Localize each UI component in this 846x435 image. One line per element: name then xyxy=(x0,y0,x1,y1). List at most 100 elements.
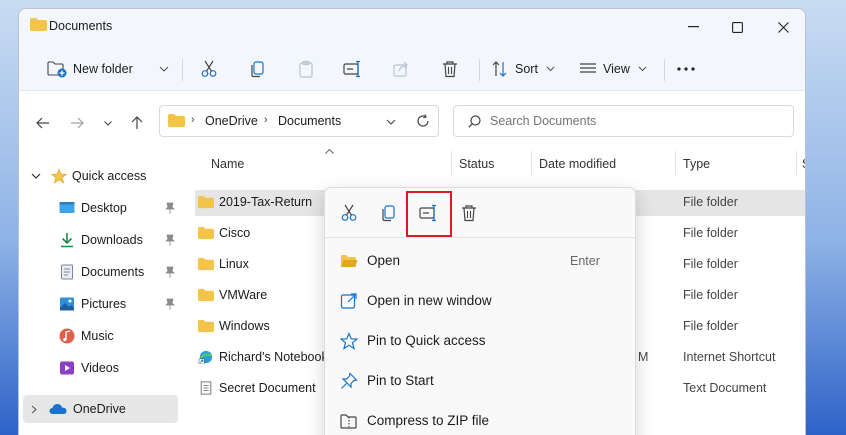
internet-shortcut-icon xyxy=(198,350,213,364)
copy-button[interactable] xyxy=(377,201,401,225)
copy-button[interactable] xyxy=(249,57,267,81)
back-button[interactable] xyxy=(31,112,55,134)
new-folder-button[interactable]: New folder xyxy=(47,57,169,81)
close-button[interactable] xyxy=(761,13,805,41)
breadcrumb-separator: › xyxy=(264,114,268,126)
toolbar-divider xyxy=(479,59,480,81)
column-divider[interactable] xyxy=(531,151,532,175)
rename-button[interactable] xyxy=(343,57,363,81)
folder-icon xyxy=(198,288,214,302)
sidebar-item-label: Music xyxy=(81,329,114,343)
cloud-icon xyxy=(49,404,67,414)
copy-icon xyxy=(382,205,395,222)
column-divider[interactable] xyxy=(451,151,452,175)
paste-button[interactable] xyxy=(297,57,315,81)
sidebar-item-downloads[interactable]: Downloads xyxy=(19,227,179,253)
open-new-window-icon xyxy=(340,293,357,309)
sidebar-item-music[interactable]: Music xyxy=(19,323,179,349)
context-menu: Open Enter Open in new window Pin to Qui… xyxy=(324,187,636,435)
view-button[interactable]: View xyxy=(579,57,647,81)
menu-item-label: Pin to Quick access xyxy=(367,333,486,348)
breadcrumb-documents[interactable]: Documents xyxy=(278,114,341,128)
zip-folder-icon xyxy=(340,414,357,429)
share-button[interactable] xyxy=(392,57,410,81)
column-header-name[interactable]: Name xyxy=(211,157,244,171)
chevron-right-icon[interactable] xyxy=(31,405,37,414)
desktop-icon xyxy=(59,202,75,213)
column-header-date-modified[interactable]: Date modified xyxy=(539,157,616,171)
recent-locations-button[interactable] xyxy=(96,112,120,134)
pin-icon xyxy=(165,234,175,246)
minimize-button[interactable] xyxy=(671,13,715,41)
breadcrumb-onedrive[interactable]: OneDrive xyxy=(205,114,258,128)
refresh-icon[interactable] xyxy=(416,114,430,128)
sidebar-item-onedrive[interactable]: OneDrive xyxy=(23,395,178,423)
rename-icon xyxy=(419,204,436,222)
chevron-down-icon[interactable] xyxy=(31,173,41,179)
sidebar-item-label: Documents xyxy=(81,265,145,279)
chevron-down-icon[interactable] xyxy=(386,119,396,125)
view-label: View xyxy=(603,62,630,76)
delete-button[interactable] xyxy=(457,201,481,225)
document-icon xyxy=(61,264,73,280)
star-icon xyxy=(51,168,67,184)
quick-access-label: Quick access xyxy=(72,169,147,183)
scissors-icon xyxy=(201,60,217,77)
delete-button[interactable] xyxy=(441,57,459,81)
new-folder-label: New folder xyxy=(73,62,133,76)
sidebar-item-label: Downloads xyxy=(81,233,143,247)
column-header-size[interactable]: S xyxy=(802,157,805,171)
menu-item-compress-to-zip[interactable]: Compress to ZIP file xyxy=(325,400,637,435)
sidebar-item-videos[interactable]: Videos xyxy=(19,355,179,381)
rename-button[interactable] xyxy=(417,201,441,225)
trash-icon xyxy=(443,61,457,78)
maximize-button[interactable] xyxy=(715,13,759,41)
videos-icon xyxy=(60,361,74,375)
folder-icon xyxy=(198,319,214,333)
menu-item-label: Compress to ZIP file xyxy=(367,413,490,428)
more-options-button[interactable] xyxy=(677,57,695,81)
column-divider[interactable] xyxy=(675,151,676,175)
sidebar-item-label: Pictures xyxy=(81,297,127,311)
menu-item-pin-to-quick-access[interactable]: Pin to Quick access xyxy=(325,320,637,360)
cut-button[interactable] xyxy=(200,57,218,81)
pin-icon xyxy=(341,372,358,389)
trash-icon xyxy=(462,205,476,222)
sidebar-item-documents[interactable]: Documents xyxy=(19,259,179,285)
rename-icon xyxy=(343,60,360,78)
sidebar-item-desktop[interactable]: Desktop xyxy=(19,195,179,221)
window-title: Documents xyxy=(49,19,113,33)
column-header-status[interactable]: Status xyxy=(459,157,494,171)
chevron-down-icon xyxy=(546,66,555,72)
sidebar-item-quick-access[interactable]: Quick access xyxy=(19,163,179,189)
file-type: File folder xyxy=(683,319,738,333)
file-type: File folder xyxy=(683,226,738,240)
pin-icon xyxy=(165,266,175,278)
search-input[interactable] xyxy=(490,112,780,130)
sidebar-item-pictures[interactable]: Pictures xyxy=(19,291,179,317)
cut-button[interactable] xyxy=(337,201,361,225)
search-icon xyxy=(468,115,481,128)
list-view-icon xyxy=(580,63,596,73)
file-type: File folder xyxy=(683,288,738,302)
title-bar: Documents xyxy=(19,9,805,47)
arrow-up-icon xyxy=(131,116,143,129)
menu-item-open-in-new-window[interactable]: Open in new window xyxy=(325,280,637,320)
sidebar-item-label: Desktop xyxy=(81,201,127,215)
file-name: Cisco xyxy=(219,226,251,240)
chevron-down-icon xyxy=(638,66,647,72)
folder-icon xyxy=(198,195,214,209)
column-header-type[interactable]: Type xyxy=(683,157,710,171)
sort-icon xyxy=(492,61,507,77)
menu-item-open[interactable]: Open Enter xyxy=(325,240,637,280)
more-icon xyxy=(677,67,695,71)
menu-item-pin-to-start[interactable]: Pin to Start xyxy=(325,360,637,400)
file-date-fragment: M xyxy=(638,350,649,364)
up-button[interactable] xyxy=(125,112,149,134)
music-icon xyxy=(59,328,75,344)
forward-button[interactable] xyxy=(65,112,89,134)
address-bar[interactable]: › OneDrive › Documents xyxy=(159,105,439,137)
column-divider[interactable] xyxy=(796,151,797,175)
search-box[interactable] xyxy=(453,105,794,137)
sort-button[interactable]: Sort xyxy=(491,57,555,81)
